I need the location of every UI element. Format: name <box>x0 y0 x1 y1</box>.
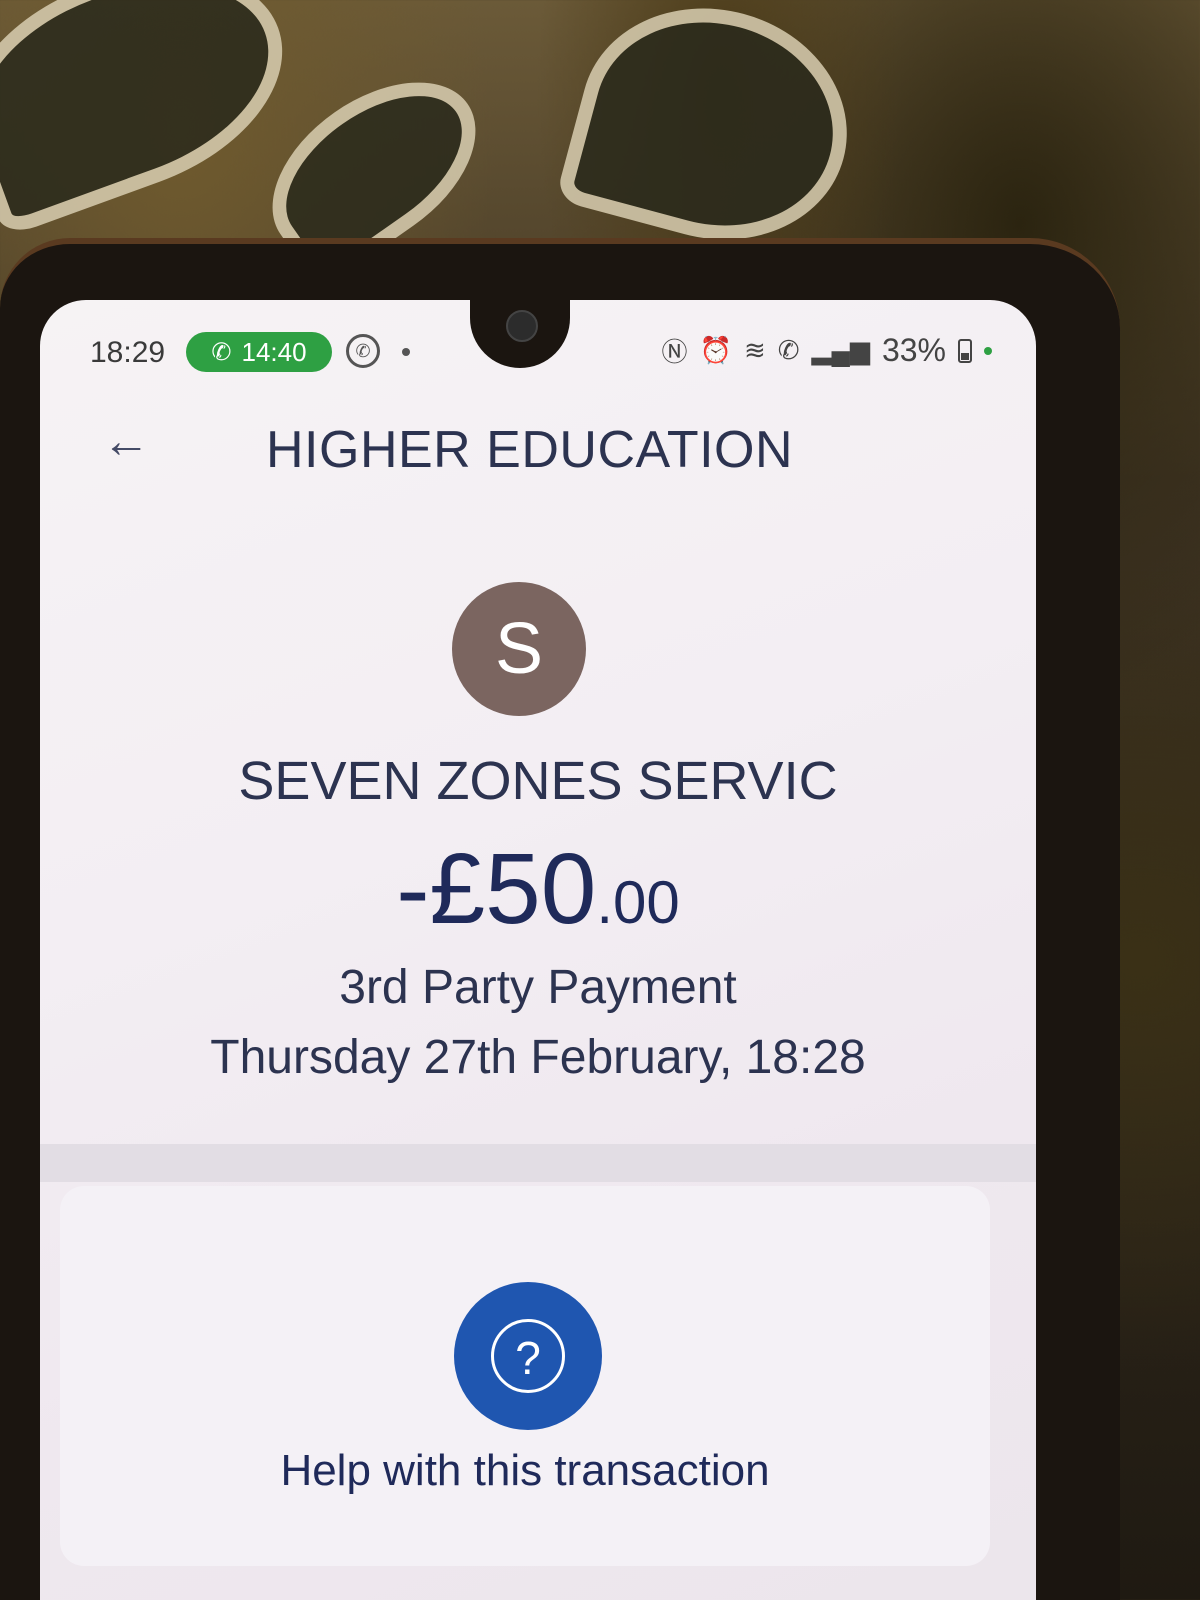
page-title: HIGHER EDUCATION <box>266 421 794 479</box>
help-card: ? Help with this transaction <box>60 1186 990 1566</box>
amount-main: -£50 <box>396 833 597 945</box>
transaction-datetime: Thursday 27th February, 18:28 <box>210 1031 866 1084</box>
wifi-calling-icon: ✆ <box>777 335 800 365</box>
alarm-icon: ⏰ <box>699 335 732 365</box>
nfc-icon: Ⓝ <box>661 337 688 367</box>
notification-dot-icon <box>402 348 410 356</box>
background-pattern <box>555 0 873 269</box>
battery-icon <box>958 338 972 363</box>
whatsapp-icon: ✆ <box>346 334 380 368</box>
wifi-icon: ≋ <box>743 335 766 365</box>
help-label[interactable]: Help with this transaction <box>60 1446 990 1496</box>
question-icon: ? <box>491 1319 565 1393</box>
battery-percent: 33% <box>881 332 946 368</box>
background-pattern <box>0 0 314 238</box>
call-duration: 14:40 <box>241 336 307 367</box>
status-time: 18:29 <box>90 336 166 369</box>
phone-icon: ✆ <box>211 338 232 366</box>
signal-icon: ▂▄▆ <box>811 335 870 365</box>
section-divider <box>40 1144 1036 1182</box>
phone-screen: 18:29 ✆ 14:40 ✆ Ⓝ ⏰ ≋ ✆ ▂▄▆ 33% ← HIGHER… <box>40 300 1036 1600</box>
charging-dot-icon <box>984 346 992 355</box>
amount-cents: .00 <box>596 869 680 936</box>
status-icons: Ⓝ ⏰ ≋ ✆ ▂▄▆ 33% <box>662 332 992 369</box>
back-arrow-icon[interactable]: ← <box>102 418 150 466</box>
transaction-type: 3rd Party Payment <box>339 961 737 1014</box>
merchant-name: SEVEN ZONES SERVIC <box>238 751 838 811</box>
help-button[interactable]: ? <box>454 1282 602 1430</box>
ongoing-call-pill[interactable]: ✆ 14:40 <box>186 332 332 372</box>
camera-notch <box>470 300 570 368</box>
camera-icon <box>506 310 538 342</box>
transaction-amount: -£50.00 <box>40 832 1036 947</box>
merchant-avatar: S <box>452 582 586 716</box>
